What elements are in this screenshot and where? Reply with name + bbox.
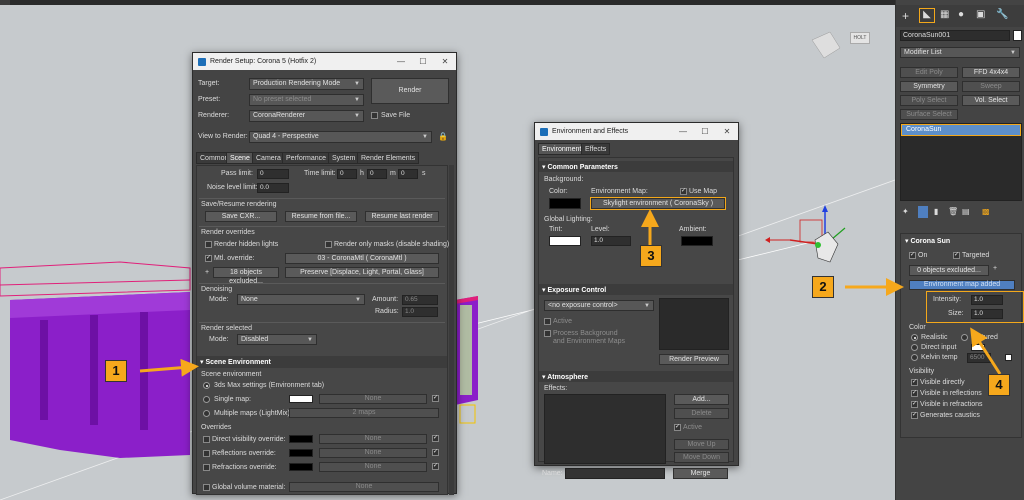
annotation-arrows [139,209,1002,377]
callout-1: 1 [105,360,127,382]
callout-4: 4 [988,374,1010,396]
callout-2: 2 [812,276,834,298]
callout-3: 3 [640,245,662,267]
